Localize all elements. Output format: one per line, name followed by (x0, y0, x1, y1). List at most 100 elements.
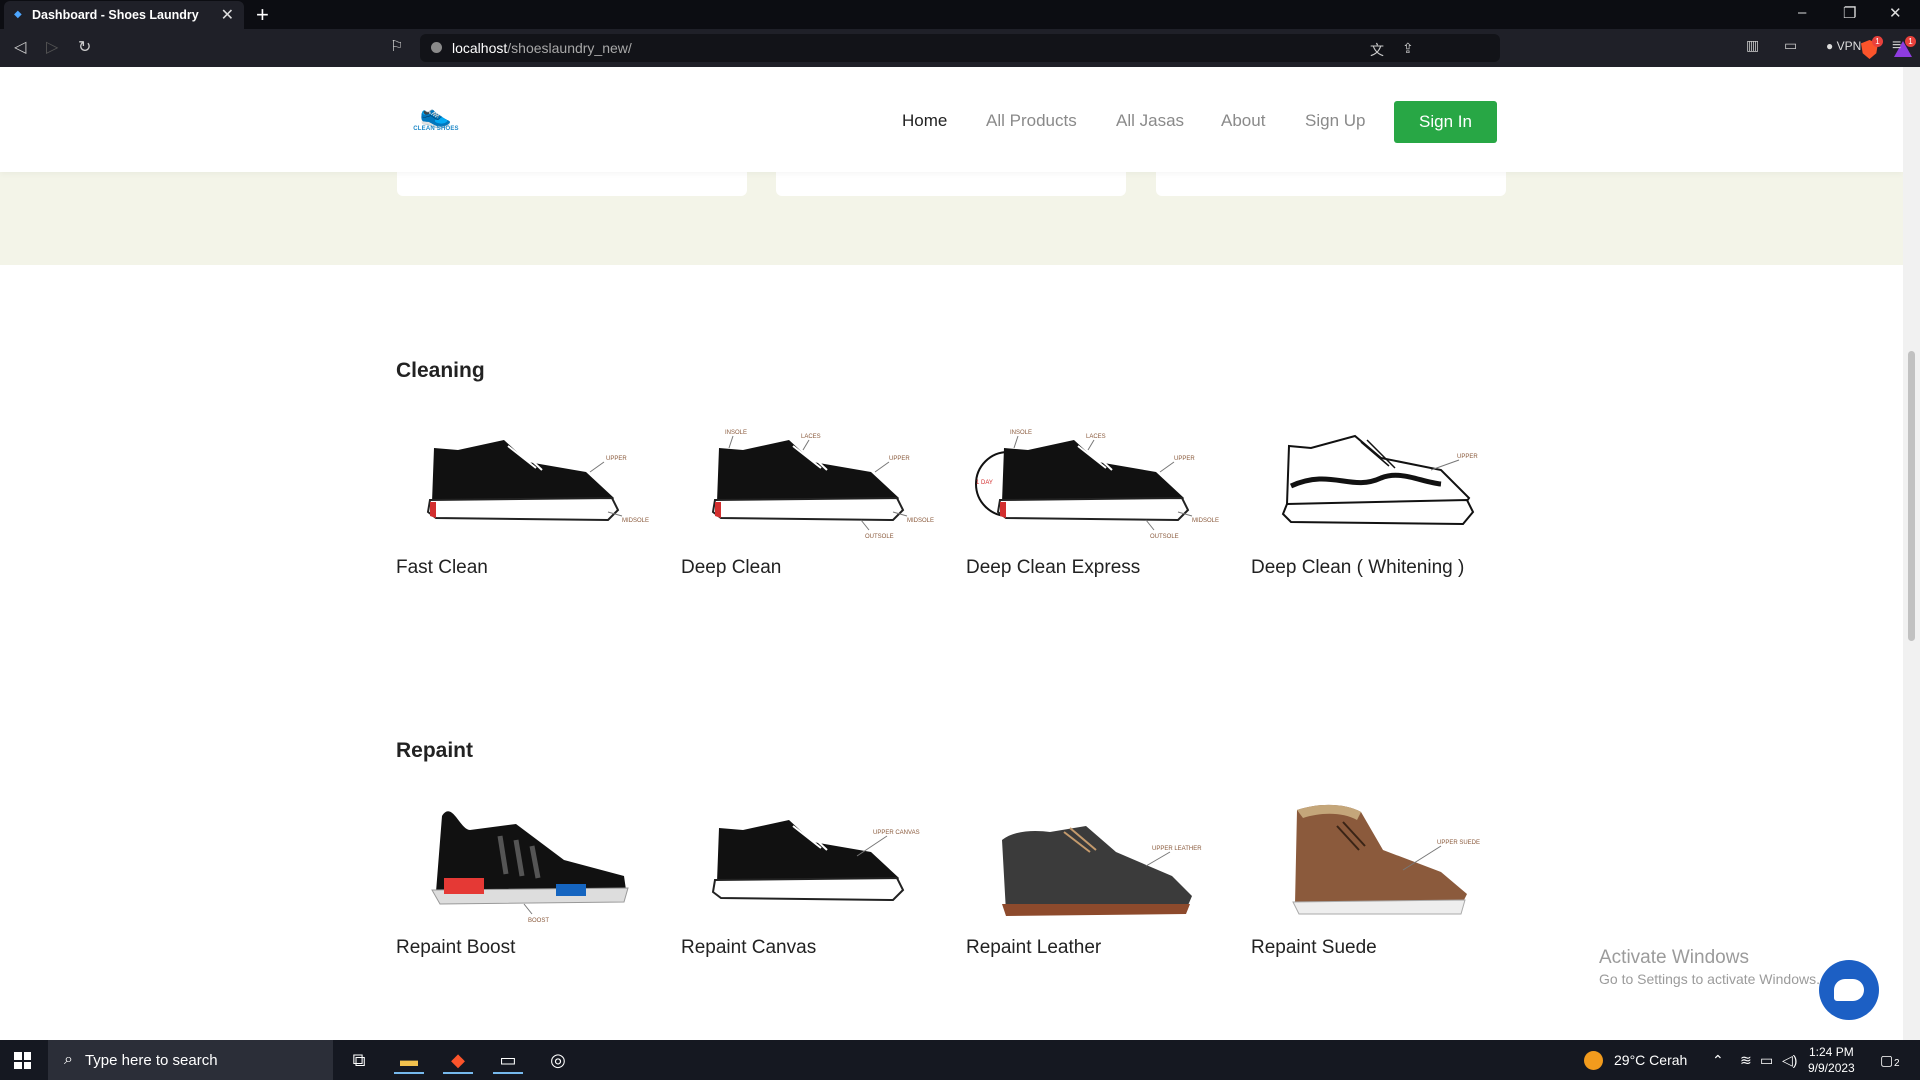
service-card-repaint-suede[interactable]: UPPER SUEDE Repaint Suede (1251, 780, 1513, 959)
notification-count: 2 (1894, 1058, 1900, 1069)
notification-icon[interactable]: ▢ (1880, 1052, 1893, 1069)
service-name: Repaint Boost (396, 937, 516, 958)
nav-home[interactable]: Home (902, 111, 947, 131)
chat-button[interactable] (1819, 960, 1879, 1020)
nav-about[interactable]: About (1221, 111, 1265, 131)
section-title-repaint: Repaint (396, 739, 474, 762)
wallet-icon[interactable]: ▭ (1784, 37, 1797, 54)
part-label: 1 DAY (976, 480, 993, 486)
nav-all-products[interactable]: All Products (986, 111, 1077, 131)
tab-title: Dashboard - Shoes Laundry (32, 8, 199, 22)
part-label: OUTSOLE (1150, 534, 1179, 540)
restore-icon[interactable]: ❐ (1843, 4, 1856, 22)
part-label: MIDSOLE (907, 518, 934, 524)
vpn-button[interactable]: ● VPN (1826, 39, 1861, 53)
battery-icon[interactable]: ▭ (1760, 1052, 1773, 1069)
rewards-badge: 1 (1905, 36, 1916, 47)
part-label: OUTSOLE (865, 534, 894, 540)
file-explorer-icon[interactable]: ▬ (394, 1046, 424, 1074)
page-scrollbar[interactable] (1903, 67, 1920, 1040)
share-icon[interactable]: ⇪ (1402, 40, 1414, 57)
service-card-repaint-boost[interactable]: BOOST Repaint Boost (396, 780, 658, 959)
hero-card (397, 172, 747, 196)
terminal-icon[interactable]: ▭ (493, 1046, 523, 1074)
app-icon[interactable]: ◎ (543, 1046, 573, 1074)
part-label: UPPER (1174, 456, 1195, 462)
close-tab-icon[interactable]: ✕ (221, 5, 234, 25)
logo-text: CLEAN SHOES (413, 126, 459, 132)
leather-shoe-image: UPPER LEATHER (966, 780, 1228, 925)
sneaker-image: UPPER CANVAS (681, 780, 943, 925)
part-label: UPPER SUEDE (1437, 840, 1480, 846)
forward-icon[interactable]: ▷ (46, 37, 58, 57)
scrollbar-thumb[interactable] (1908, 351, 1915, 641)
favicon-icon: ◆ (14, 9, 22, 20)
service-card-deep-clean[interactable]: INSOLE LACES UPPER MIDSOLE OUTSOLE Deep … (681, 400, 943, 579)
part-label: UPPER (889, 456, 910, 462)
minimize-icon[interactable]: – (1798, 4, 1806, 21)
taskbar-search[interactable]: ⌕ Type here to search (48, 1040, 333, 1080)
clock-time: 1:24 PM (1809, 1045, 1854, 1059)
service-card-deep-clean-express[interactable]: 1 DAY INSOLE LACES UPPER MIDSOLE OUTSOLE… (966, 400, 1228, 579)
service-card-fast-clean[interactable]: UPPER MIDSOLE Fast Clean (396, 400, 658, 579)
activate-title: Activate Windows (1599, 947, 1749, 968)
nav-sign-up[interactable]: Sign Up (1305, 111, 1365, 131)
close-window-icon[interactable]: ✕ (1889, 4, 1902, 22)
translate-icon[interactable]: 文 (1370, 40, 1384, 60)
menu-icon[interactable]: ≡ (1892, 37, 1901, 55)
browser-tab[interactable]: ◆ Dashboard - Shoes Laundry ✕ (4, 1, 244, 29)
weather-icon[interactable] (1584, 1051, 1603, 1070)
sneaker-image: BOOST (396, 780, 658, 925)
tray-chevron-icon[interactable]: ⌃ (1712, 1052, 1724, 1069)
vpn-label: VPN (1836, 39, 1862, 53)
activate-windows-watermark: Activate Windows Go to Settings to activ… (1599, 947, 1820, 987)
part-label: MIDSOLE (622, 518, 649, 524)
service-card-repaint-leather[interactable]: UPPER LEATHER Repaint Leather (966, 780, 1228, 959)
reload-icon[interactable]: ↻ (78, 37, 91, 57)
search-icon: ⌕ (64, 1051, 73, 1068)
part-label: UPPER (606, 456, 627, 462)
weather-text[interactable]: 29°C Cerah (1614, 1052, 1687, 1068)
site-info-icon[interactable] (431, 42, 442, 53)
service-name: Deep Clean Express (966, 557, 1141, 578)
service-name: Repaint Canvas (681, 937, 817, 958)
service-name: Repaint Leather (966, 937, 1102, 958)
hero-card (1156, 172, 1506, 196)
browser-tab-bar: ◆ Dashboard - Shoes Laundry ✕ + – ❐ ✕ (0, 0, 1920, 29)
brave-browser-icon[interactable]: ◆ (443, 1046, 473, 1074)
sneaker-image: INSOLE LACES UPPER MIDSOLE OUTSOLE (681, 400, 943, 545)
clock-date: 9/9/2023 (1808, 1061, 1855, 1075)
sneaker-image: UPPER MIDSOLE (396, 400, 658, 545)
volume-icon[interactable]: ◁) (1782, 1052, 1797, 1069)
part-label: INSOLE (1010, 430, 1032, 436)
new-tab-icon[interactable]: + (256, 2, 269, 28)
part-label: INSOLE (725, 430, 747, 436)
shield-badge: 1 (1872, 36, 1883, 47)
hero-card (776, 172, 1126, 196)
search-placeholder: Type here to search (84, 1051, 218, 1069)
service-card-deep-clean-whitening[interactable]: UPPER Deep Clean ( Whitening ) (1251, 400, 1513, 579)
address-bar[interactable]: localhost/shoeslaundry_new/ 文 ⇪ 1 1 (420, 34, 1916, 62)
site-logo[interactable]: 👟 CLEAN SHOES (408, 99, 464, 142)
suede-shoe-image: UPPER SUEDE (1251, 780, 1513, 925)
part-label: MIDSOLE (1192, 518, 1219, 524)
service-name: Deep Clean ( Whitening ) (1251, 557, 1465, 578)
site-navbar: 👟 CLEAN SHOES Home All Products All Jasa… (0, 67, 1903, 172)
bookmark-icon[interactable]: ⚐ (390, 37, 403, 55)
back-icon[interactable]: ◁ (14, 37, 26, 57)
task-view-icon[interactable]: ⧉ (344, 1046, 374, 1074)
taskbar-clock[interactable]: 1:24 PM 9/9/2023 (1808, 1044, 1855, 1076)
service-name: Fast Clean (396, 557, 488, 578)
service-name: Deep Clean (681, 557, 782, 578)
section-title-cleaning: Cleaning (396, 359, 485, 382)
sidebar-icon[interactable]: ▥ (1746, 37, 1759, 54)
sign-in-button[interactable]: Sign In (1394, 101, 1497, 143)
shoe-logo-icon: 👟 (419, 99, 453, 129)
service-card-repaint-canvas[interactable]: UPPER CANVAS Repaint Canvas (681, 780, 943, 959)
nav-all-jasas[interactable]: All Jasas (1116, 111, 1184, 131)
windows-taskbar: ⌕ Type here to search ⧉ ▬ ◆ ▭ ◎ 29°C Cer… (0, 1040, 1920, 1080)
network-icon[interactable]: ≋ (1740, 1052, 1752, 1069)
url-host: localhost (452, 40, 508, 56)
url-path: /shoeslaundry_new/ (507, 40, 632, 56)
windows-start-icon[interactable] (14, 1052, 31, 1069)
